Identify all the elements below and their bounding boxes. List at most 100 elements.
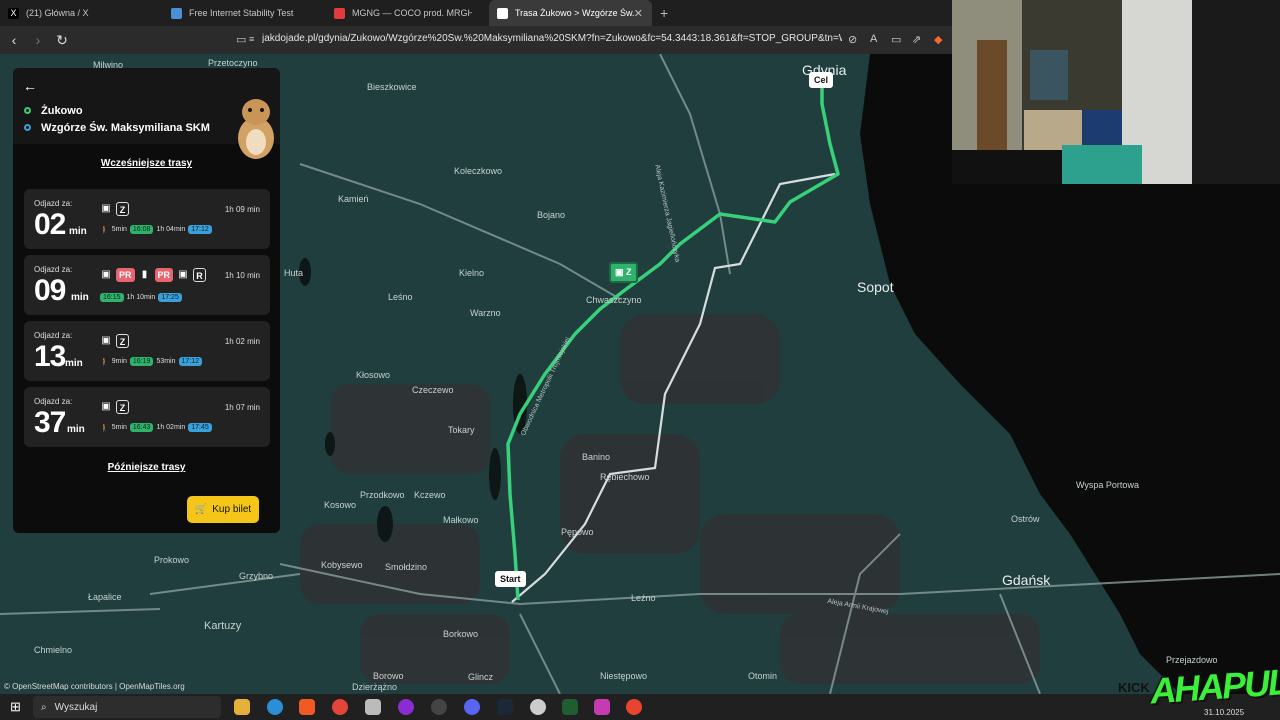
destination-dot-icon bbox=[24, 124, 31, 131]
site-info-icon[interactable]: ≡ bbox=[249, 34, 254, 44]
arrival-time: 17:45 bbox=[188, 423, 212, 432]
brave-shield-icon[interactable]: ◆ bbox=[934, 33, 942, 46]
tab-youtube[interactable]: MGNG — COCO prod. MRGH - YouT bbox=[326, 0, 489, 26]
later-routes-link[interactable]: Późniejsze trasy bbox=[13, 462, 280, 473]
place-label: Przetoczyno bbox=[208, 58, 258, 68]
new-tab-button[interactable]: + bbox=[660, 5, 668, 21]
steam-icon[interactable] bbox=[497, 699, 513, 715]
bus-icon: ▣ bbox=[101, 401, 111, 412]
tab-stability-test[interactable]: Free Internet Stability Test bbox=[163, 0, 326, 26]
app-icon[interactable] bbox=[626, 699, 642, 715]
place-label: Kłosowo bbox=[356, 370, 391, 380]
route-duration: 1h 10 min bbox=[224, 271, 260, 280]
place-label: Wyspa Portowa bbox=[1076, 480, 1139, 490]
back-arrow-icon[interactable]: ← bbox=[23, 78, 37, 94]
place-label: Huta bbox=[284, 268, 304, 278]
app-icon[interactable] bbox=[530, 699, 546, 715]
place-label: Prokowo bbox=[154, 555, 190, 565]
back-icon[interactable]: ‹ bbox=[4, 32, 24, 48]
screen-icon[interactable]: ▭ bbox=[891, 33, 901, 46]
departure-time: 16:19 bbox=[129, 357, 154, 366]
edge-icon[interactable] bbox=[267, 699, 283, 715]
ride-time: 1h 02min bbox=[156, 424, 186, 431]
place-label: Grzybno bbox=[239, 571, 274, 581]
route-card[interactable]: Odjazd za: 37 min ▣ Z 1h 07 min 🚶 5min 1… bbox=[24, 387, 270, 447]
tab-jakdojade[interactable]: Trasa Żukowo > Wzgórze Św. M ✕ bbox=[489, 0, 652, 26]
walk-time: 9min bbox=[111, 358, 127, 365]
app-icon[interactable] bbox=[398, 699, 414, 715]
route-card[interactable]: Odjazd za: 02 min ▣ Z 1h 09 min 🚶 5min 1… bbox=[24, 189, 270, 249]
route-detail: 16:15 1h 10min 17:25 bbox=[100, 293, 182, 302]
minutes-unit: min bbox=[69, 226, 87, 237]
close-tab-icon[interactable]: ✕ bbox=[634, 7, 643, 20]
tab-x[interactable]: X (21) Główna / X bbox=[0, 0, 163, 26]
place-label: Kartuzy bbox=[204, 620, 242, 632]
line-badge: Z bbox=[116, 400, 129, 414]
route-card[interactable]: Odjazd za: 13 min ▣ Z 1h 02 min 🚶 9min 1… bbox=[24, 321, 270, 381]
place-label: Ostrów bbox=[1011, 514, 1040, 524]
departure-label: Odjazd za: bbox=[34, 265, 73, 274]
route-panel: ← Żukowo Wzgórze Św. Maksymiliana SKM Wc… bbox=[13, 68, 280, 533]
tab-title: Trasa Żukowo > Wzgórze Św. M bbox=[515, 8, 635, 18]
bus-icon: ▣ bbox=[101, 203, 111, 214]
bookmark-icon[interactable]: ▭ bbox=[236, 33, 246, 46]
ride-time: 53min bbox=[156, 358, 176, 365]
hamster-icon bbox=[238, 99, 274, 159]
obs-icon[interactable] bbox=[431, 699, 447, 715]
x-icon: X bbox=[8, 7, 19, 19]
place-label: Tokary bbox=[448, 425, 475, 435]
walk-time: 5min bbox=[111, 226, 127, 233]
url-field[interactable]: jakdojade.pl/gdynia/Żukowo/Wzgórze%20Św.… bbox=[262, 33, 842, 44]
place-label: Otomin bbox=[748, 671, 778, 681]
earlier-routes-link[interactable]: Wcześniejsze trasy bbox=[13, 158, 280, 169]
place-label: Małkowo bbox=[443, 515, 479, 525]
line-badge: PR bbox=[116, 268, 135, 282]
place-label: Czeczewo bbox=[412, 385, 454, 395]
route-lines: ▣ PR ▮ PR ▣ R bbox=[100, 268, 207, 282]
place-label: Smołdzino bbox=[385, 562, 428, 572]
destination-label[interactable]: Wzgórze Św. Maksymiliana SKM bbox=[41, 122, 210, 134]
end-pin[interactable]: Cel bbox=[809, 72, 834, 88]
mic-off-icon[interactable]: ⊘ bbox=[848, 33, 857, 46]
buy-ticket-button[interactable]: 🛒 Kup bilet bbox=[187, 496, 259, 523]
place-label: Kobysewo bbox=[321, 560, 363, 570]
minutes-unit: min bbox=[65, 358, 83, 369]
place-label: Kamień bbox=[338, 194, 369, 204]
route-detail: 🚶 5min 16:08 1h 04min 17:12 bbox=[100, 225, 212, 234]
walk-time: 5min bbox=[111, 424, 127, 431]
translate-icon[interactable]: A bbox=[870, 33, 877, 45]
start-pin[interactable]: Start bbox=[495, 571, 526, 587]
departure-minutes: 09 bbox=[34, 274, 66, 307]
place-label: Przejazdowo bbox=[1166, 655, 1218, 665]
route-detail: 🚶 9min 16:19 53min 17:12 bbox=[100, 357, 203, 366]
app-icon[interactable] bbox=[365, 699, 381, 715]
route-header: ← Żukowo Wzgórze Św. Maksymiliana SKM bbox=[13, 68, 280, 159]
place-label: Warzno bbox=[470, 308, 501, 318]
place-label: Leśno bbox=[388, 292, 413, 302]
reload-icon[interactable]: ↻ bbox=[52, 32, 72, 49]
discord-icon[interactable] bbox=[464, 699, 480, 715]
origin-label[interactable]: Żukowo bbox=[41, 105, 83, 117]
windows-start-icon[interactable]: ⊞ bbox=[10, 699, 26, 715]
taskbar-search[interactable]: ⌕ Wyszukaj bbox=[33, 696, 221, 718]
arrival-time: 17:25 bbox=[158, 293, 182, 302]
place-label: Glincz bbox=[468, 672, 494, 682]
brave-icon[interactable] bbox=[299, 699, 315, 715]
ride-time: 1h 10min bbox=[126, 294, 156, 301]
minutes-unit: min bbox=[71, 292, 89, 303]
forward-icon[interactable]: › bbox=[28, 32, 48, 48]
play-icon[interactable] bbox=[562, 699, 578, 715]
bus-stop-marker[interactable]: ▣ Z bbox=[609, 262, 638, 283]
place-label: Kczewo bbox=[414, 490, 446, 500]
place-label: Chwaszczyno bbox=[586, 295, 642, 305]
app-icon[interactable] bbox=[594, 699, 610, 715]
arrival-time: 17:12 bbox=[188, 225, 212, 234]
route-card[interactable]: Odjazd za: 09 min ▣ PR ▮ PR ▣ R 1h 10 mi… bbox=[24, 255, 270, 315]
map-attribution[interactable]: © OpenStreetMap contributors | OpenMapTi… bbox=[4, 682, 185, 691]
share-icon[interactable]: ⇗ bbox=[912, 33, 921, 46]
file-explorer-icon[interactable] bbox=[234, 699, 250, 715]
walk-icon: 🚶 bbox=[100, 226, 109, 234]
bus-icon: ▣ bbox=[101, 269, 111, 280]
chrome-icon[interactable] bbox=[332, 699, 348, 715]
origin-dot-icon bbox=[24, 107, 31, 114]
